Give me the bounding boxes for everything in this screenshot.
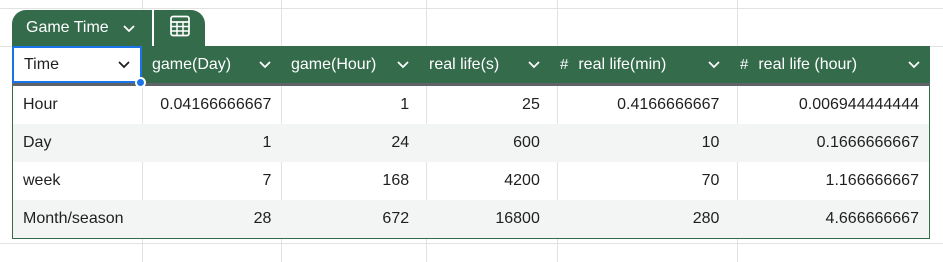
column-header-real-life-hour[interactable]: # real life (hour) <box>730 46 930 83</box>
table-name-tab[interactable]: Game Time <box>12 10 152 46</box>
column-header-real-life-min[interactable]: # real life(min) <box>550 46 730 83</box>
column-header-game-hour[interactable]: game(Hour) <box>281 46 419 83</box>
table-row: week 7 168 4200 70 1.166666667 <box>13 162 929 200</box>
table-tab-bar: Game Time <box>12 10 205 46</box>
column-header-label: real life(s) <box>429 55 500 73</box>
table-cell[interactable]: 672 <box>281 200 419 238</box>
column-header-label: Time <box>24 55 59 73</box>
chevron-down-icon[interactable] <box>118 57 130 72</box>
chevron-down-icon[interactable] <box>528 57 540 72</box>
chevron-down-icon[interactable] <box>397 57 409 72</box>
column-header-label: real life(min) <box>578 55 667 73</box>
column-header-game-day[interactable]: game(Day) <box>142 46 281 83</box>
table-cell[interactable]: 24 <box>281 124 419 162</box>
table-cell[interactable]: 10 <box>550 124 730 162</box>
table-cell[interactable]: 16800 <box>419 200 550 238</box>
table-cell[interactable]: week <box>13 162 143 200</box>
column-header-label: game(Hour) <box>291 55 377 73</box>
chevron-down-icon[interactable] <box>708 57 720 72</box>
table-row: Day 1 24 600 10 0.1666666667 <box>13 124 929 162</box>
column-header-label: game(Day) <box>152 55 232 73</box>
table-view-icon <box>169 15 191 42</box>
chevron-down-icon[interactable] <box>908 57 920 72</box>
number-type-icon: # <box>560 56 569 73</box>
table-cell[interactable]: 1.166666667 <box>729 162 929 200</box>
table-cell[interactable]: 28 <box>143 200 282 238</box>
table-cell[interactable]: 0.006944444444 <box>729 86 929 124</box>
table-cell[interactable]: 1 <box>143 124 282 162</box>
table-cell[interactable]: Day <box>13 124 143 162</box>
chevron-down-icon[interactable] <box>259 57 271 72</box>
column-header-time[interactable]: Time <box>12 46 146 88</box>
table-body: Hour 0.04166666667 1 25 0.4166666667 0.0… <box>12 86 930 239</box>
table-cell[interactable]: 25 <box>419 86 550 124</box>
chevron-down-icon[interactable] <box>123 21 135 36</box>
table-row: Month/season 28 672 16800 280 4.66666666… <box>13 200 929 238</box>
table-cell[interactable]: 0.4166666667 <box>550 86 730 124</box>
table-view-button[interactable] <box>154 10 205 46</box>
table-cell[interactable]: 4200 <box>419 162 550 200</box>
table-cell[interactable]: 1 <box>281 86 419 124</box>
column-header-label: real life (hour) <box>758 55 858 73</box>
table-cell[interactable]: 168 <box>281 162 419 200</box>
table-row: Hour 0.04166666667 1 25 0.4166666667 0.0… <box>13 86 929 124</box>
table-name-label: Game Time <box>26 19 109 36</box>
table-cell[interactable]: 0.04166666667 <box>143 86 282 124</box>
table-cell[interactable]: Month/season <box>13 200 143 238</box>
table-cell[interactable]: 600 <box>419 124 550 162</box>
table-header-row: Time game(Day) game(Hour) real life(s) #… <box>12 46 930 88</box>
table-cell[interactable]: 4.666666667 <box>729 200 929 238</box>
table-cell[interactable]: 280 <box>550 200 730 238</box>
table-cell[interactable]: Hour <box>13 86 143 124</box>
table-cell[interactable]: 7 <box>143 162 282 200</box>
table-cell[interactable]: 0.1666666667 <box>729 124 929 162</box>
data-table: Time game(Day) game(Hour) real life(s) #… <box>12 46 930 241</box>
table-cell[interactable]: 70 <box>550 162 730 200</box>
column-header-real-life-s[interactable]: real life(s) <box>419 46 550 83</box>
number-type-icon: # <box>740 56 749 73</box>
